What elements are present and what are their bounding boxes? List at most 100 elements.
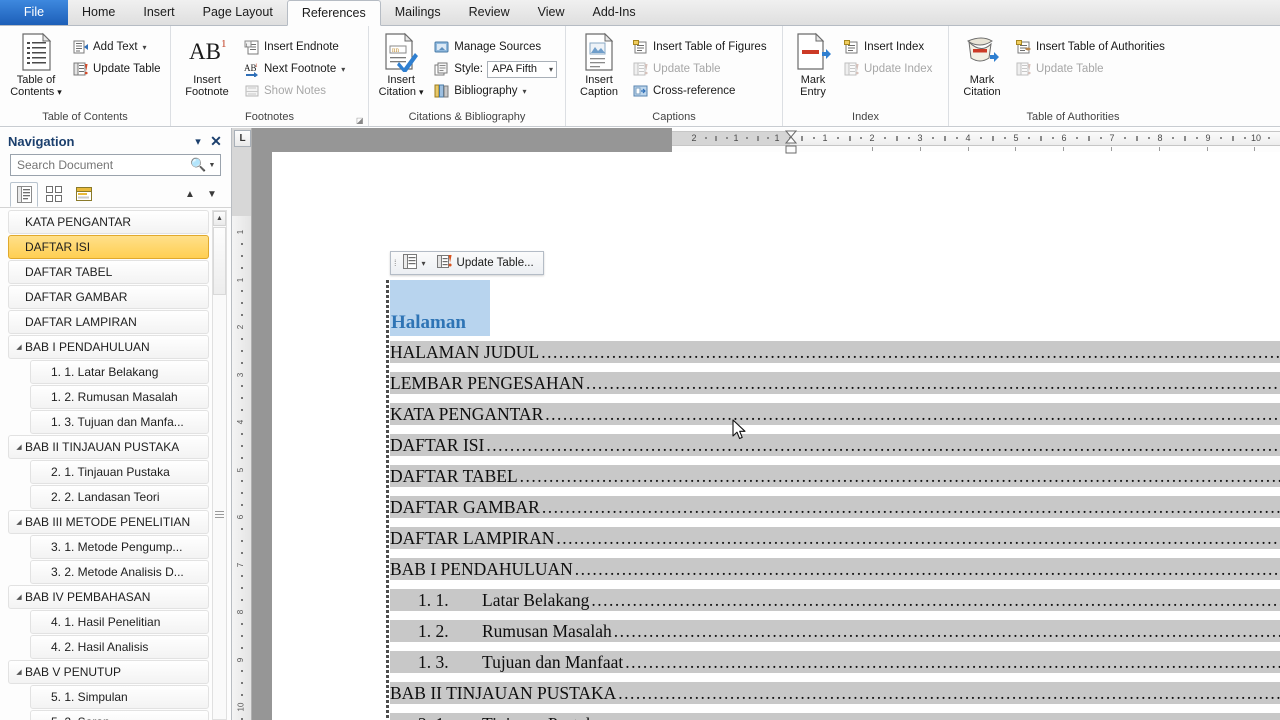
navigation-item[interactable]: 1. 2. Rumusan Masalah xyxy=(30,385,209,409)
scroll-up-icon[interactable]: ▲ xyxy=(213,211,226,226)
search-icon[interactable]: 🔍 xyxy=(190,157,206,173)
footnotes-dialog-launcher-icon[interactable]: ◪ xyxy=(356,116,365,125)
toc-entry-row[interactable]: DAFTAR GAMBAR...........................… xyxy=(390,492,1280,523)
toc-entry-row[interactable]: 1. 1. Latar Belakang.....................… xyxy=(390,585,1280,616)
navigation-item[interactable]: 2. 1. Tinjauan Pustaka xyxy=(30,460,209,484)
chevron-down-icon[interactable]: ▾ xyxy=(143,43,147,52)
navigation-item[interactable]: DAFTAR LAMPIRAN xyxy=(8,310,209,334)
tab-file[interactable]: File xyxy=(0,0,68,25)
navigation-item[interactable]: 3. 2. Metode Analisis D... xyxy=(30,560,209,584)
toc-entry-row[interactable]: DAFTAR ISI..............................… xyxy=(390,430,1280,461)
drag-handle-icon[interactable]: ⁞ xyxy=(394,259,397,268)
expand-collapse-icon[interactable]: ◢ xyxy=(13,593,25,601)
chevron-down-icon[interactable]: ▾ xyxy=(422,259,426,268)
tab-selector-button[interactable]: L xyxy=(234,130,251,147)
table-of-contents-button[interactable]: Table of Contents ▾ xyxy=(4,30,68,98)
navigation-item[interactable]: 3. 1. Metode Pengump... xyxy=(30,535,209,559)
horizontal-ruler[interactable]: 211123456789101112131415 xyxy=(672,128,1280,154)
expand-collapse-icon[interactable]: ◢ xyxy=(13,443,25,451)
results-tab[interactable] xyxy=(70,182,98,207)
insert-index-button[interactable]: Insert Index xyxy=(839,36,936,58)
tab-review[interactable]: Review xyxy=(455,0,524,25)
expand-collapse-icon[interactable]: ◢ xyxy=(13,343,25,351)
tab-mailings[interactable]: Mailings xyxy=(381,0,455,25)
add-text-button[interactable]: Add Text ▾ xyxy=(68,36,165,58)
navigation-item[interactable]: 4. 1. Hasil Penelitian xyxy=(30,610,209,634)
toc-entry-row[interactable]: 1. 2. Rumusan Masalah....................… xyxy=(390,616,1280,647)
toc-entry-row[interactable]: BAB II TINJAUAN PUSTAKA.................… xyxy=(390,678,1280,709)
toc-entry-row[interactable]: DAFTAR TABEL............................… xyxy=(390,461,1280,492)
toc-field-button[interactable]: ▾ xyxy=(400,254,429,272)
navigation-item[interactable]: ◢ BAB III METODE PENELITIAN xyxy=(8,510,209,534)
next-footnote-button[interactable]: AB 1 Next Footnote ▾ xyxy=(239,58,349,80)
update-table-toc-button[interactable]: Update Table xyxy=(68,58,165,80)
left-indent-marker[interactable] xyxy=(785,143,797,161)
toc-entry-row[interactable]: LEMBAR PENGESAHAN.......................… xyxy=(390,368,1280,399)
vertical-ruler[interactable]: 11234567891011 xyxy=(232,128,252,720)
mark-citation-button[interactable]: Mark Citation xyxy=(953,30,1011,98)
navigation-item[interactable]: DAFTAR GAMBAR xyxy=(8,285,209,309)
navigation-item[interactable]: 5. 2. Saran xyxy=(30,710,209,720)
search-box[interactable]: 🔍 ▼ xyxy=(10,154,221,176)
headings-tab[interactable] xyxy=(10,181,38,207)
scrollbar-thumb[interactable] xyxy=(213,227,226,295)
navigation-item[interactable]: ◢ BAB IV PEMBAHASAN xyxy=(8,585,209,609)
navigation-item[interactable]: 1. 3. Tujuan dan Manfa... xyxy=(30,410,209,434)
navigation-item[interactable]: 1. 1. Latar Belakang xyxy=(30,360,209,384)
navigation-item[interactable]: KATA PENGANTAR xyxy=(8,210,209,234)
tab-references[interactable]: References xyxy=(286,0,381,26)
update-table-field-button[interactable]: Update Table... xyxy=(434,254,537,272)
toc-entry-label: KATA PENGANTAR xyxy=(390,404,544,424)
pages-tab[interactable] xyxy=(40,182,68,207)
toc-entry-row[interactable]: KATA PENGANTAR..........................… xyxy=(390,399,1280,430)
mark-entry-button[interactable]: Mark Entry xyxy=(787,30,839,98)
next-heading-button[interactable]: ▼ xyxy=(201,189,223,200)
expand-collapse-icon[interactable]: ◢ xyxy=(13,668,25,676)
previous-heading-button[interactable]: ▲ xyxy=(179,189,201,200)
citation-style-row[interactable]: Style: APA Fifth ▾ xyxy=(429,58,561,80)
navigation-item[interactable]: ◢ BAB II TINJAUAN PUSTAKA xyxy=(8,435,209,459)
navigation-item[interactable]: DAFTAR ISI xyxy=(8,235,209,259)
navigation-item[interactable]: ◢ BAB I PENDAHULUAN xyxy=(8,335,209,359)
toc-entry-row[interactable]: 1. 3. Tujuan dan Manfaat.................… xyxy=(390,647,1280,678)
chevron-down-icon[interactable]: ▼ xyxy=(206,162,218,169)
navigation-item[interactable]: ◢ BAB V PENUTUP xyxy=(8,660,209,684)
navigation-headings-list[interactable]: KATA PENGANTAR DAFTAR ISI DAFTAR TABEL DAFT… xyxy=(0,208,231,720)
vertical-ruler-dot xyxy=(241,492,243,495)
toc-entry-row[interactable]: HALAMAN JUDUL...........................… xyxy=(390,337,1280,368)
navigation-item[interactable]: 5. 1. Simpulan xyxy=(30,685,209,709)
toc-entry-row[interactable]: 2. 1.Tinjauan Pustaka...................… xyxy=(390,709,1280,720)
tab-view[interactable]: View xyxy=(524,0,579,25)
insert-caption-button[interactable]: Insert Caption xyxy=(570,30,628,98)
toc-entry-row[interactable]: BAB I PENDAHULUAN.......................… xyxy=(390,554,1280,585)
search-input[interactable] xyxy=(17,158,190,172)
tab-insert[interactable]: Insert xyxy=(129,0,188,25)
tab-home[interactable]: Home xyxy=(68,0,129,25)
expand-collapse-icon[interactable]: ◢ xyxy=(13,518,25,526)
bibliography-button[interactable]: Bibliography ▾ xyxy=(429,80,561,102)
chevron-down-icon[interactable]: ▾ xyxy=(57,87,62,97)
tab-add-ins[interactable]: Add-Ins xyxy=(578,0,649,25)
navigation-scrollbar[interactable]: ▲ xyxy=(212,210,227,720)
chevron-down-icon[interactable]: ▾ xyxy=(549,65,553,74)
document-page[interactable]: Halaman ⁞ ▾ Update Table... HALAMAN JUDU… xyxy=(272,152,1280,720)
insert-endnote-button[interactable]: i Insert Endnote xyxy=(239,36,349,58)
chevron-down-icon[interactable]: ▾ xyxy=(189,135,207,148)
insert-citation-button[interactable]: nn Insert Citation ▾ xyxy=(373,30,429,98)
toc-entry-row[interactable]: DAFTAR LAMPIRAN.........................… xyxy=(390,523,1280,554)
toc-entries-list[interactable]: HALAMAN JUDUL...........................… xyxy=(390,337,1280,720)
chevron-down-icon[interactable]: ▾ xyxy=(523,87,527,96)
chevron-down-icon[interactable]: ▾ xyxy=(341,65,345,74)
citation-style-select[interactable]: APA Fifth ▾ xyxy=(487,60,557,78)
cross-reference-button[interactable]: Cross-reference xyxy=(628,80,771,102)
chevron-down-icon[interactable]: ▾ xyxy=(419,87,424,97)
insert-table-of-figures-button[interactable]: Insert Table of Figures xyxy=(628,36,771,58)
insert-table-of-authorities-button[interactable]: Insert Table of Authorities xyxy=(1011,36,1169,58)
tab-page-layout[interactable]: Page Layout xyxy=(189,0,287,25)
navigation-item[interactable]: 2. 2. Landasan Teori xyxy=(30,485,209,509)
insert-footnote-button[interactable]: AB 1 Insert Footnote xyxy=(175,30,239,98)
navigation-item[interactable]: 4. 2. Hasil Analisis xyxy=(30,635,209,659)
navigation-item[interactable]: DAFTAR TABEL xyxy=(8,260,209,284)
close-icon[interactable]: ✕ xyxy=(207,133,225,150)
manage-sources-button[interactable]: Manage Sources xyxy=(429,36,561,58)
